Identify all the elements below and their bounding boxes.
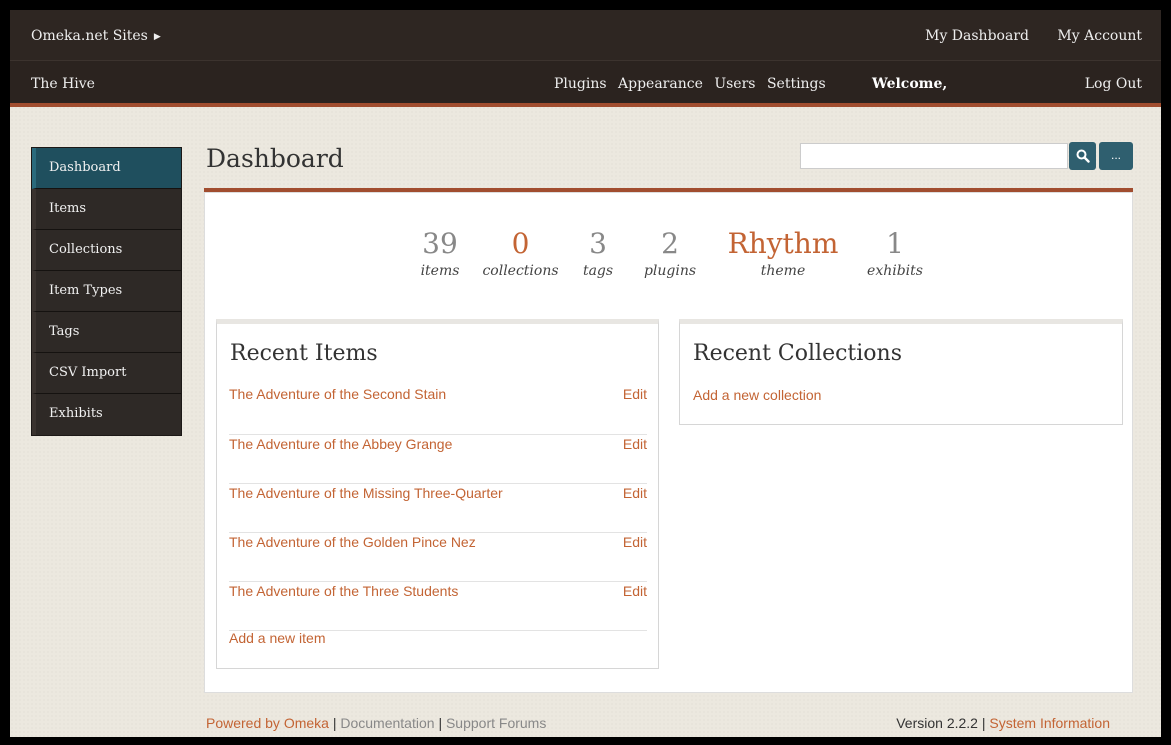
item-title-link[interactable]: The Adventure of the Abbey Grange — [229, 436, 452, 452]
nav-settings[interactable]: Settings — [767, 76, 826, 92]
nav-users[interactable]: Users — [714, 76, 755, 92]
nav-plugins[interactable]: Plugins — [554, 76, 607, 92]
global-nav: My Dashboard My Account — [901, 28, 1142, 44]
sidebar-nav: Dashboard Items Collections Item Types T… — [31, 147, 182, 436]
sidebar-item-items[interactable]: Items — [32, 189, 181, 230]
stat-plugins[interactable]: 2 plugins — [637, 227, 703, 280]
item-title-link[interactable]: The Adventure of the Missing Three-Quart… — [229, 485, 503, 501]
stat-value: 0 — [511, 227, 530, 260]
stat-tags[interactable]: 3 tags — [578, 227, 618, 280]
recent-item-row: The Adventure of the Golden Pince Nez Ed… — [229, 533, 647, 582]
sidebar-item-dashboard[interactable]: Dashboard — [32, 148, 181, 189]
footer-version: Version 2.2.2 | System Information — [896, 715, 1110, 731]
sidebar-item-csv-import[interactable]: CSV Import — [32, 353, 181, 394]
footer-separator: | — [981, 715, 986, 731]
item-edit-link[interactable]: Edit — [623, 534, 647, 550]
stat-value: 39 — [422, 227, 458, 260]
welcome-text: Welcome, — [872, 76, 948, 92]
item-edit-link[interactable]: Edit — [623, 436, 647, 452]
advanced-search-button[interactable]: ... — [1099, 142, 1133, 170]
recent-items-box: Recent Items The Adventure of the Second… — [216, 319, 659, 669]
search-button[interactable] — [1069, 142, 1096, 170]
item-edit-link[interactable]: Edit — [623, 386, 647, 402]
search-icon — [1076, 149, 1090, 163]
dashboard-panel: 39 items 0 collections 3 tags 2 plugins … — [204, 192, 1133, 693]
nav-appearance[interactable]: Appearance — [618, 76, 703, 92]
stat-label: collections — [482, 263, 559, 279]
sidebar-item-tags[interactable]: Tags — [32, 312, 181, 353]
item-title-link[interactable]: The Adventure of the Golden Pince Nez — [229, 534, 476, 550]
stat-label: tags — [582, 263, 614, 279]
recent-item-row: The Adventure of the Second Stain Edit — [229, 386, 647, 435]
stat-items[interactable]: 39 items — [410, 227, 470, 280]
item-title-link[interactable]: The Adventure of the Three Students — [229, 583, 458, 599]
recent-item-row: The Adventure of the Missing Three-Quart… — [229, 484, 647, 533]
search-input[interactable] — [800, 143, 1068, 169]
omeka-admin-window: Omeka.net Sites ▶ My Dashboard My Account… — [10, 10, 1161, 737]
add-new-collection-link[interactable]: Add a new collection — [693, 387, 821, 403]
documentation-link[interactable]: Documentation — [340, 715, 434, 731]
my-account-link[interactable]: My Account — [1057, 28, 1142, 44]
sidebar-item-exhibits[interactable]: Exhibits — [32, 394, 181, 435]
item-edit-link[interactable]: Edit — [623, 583, 647, 599]
recent-collections-box: Recent Collections Add a new collection — [679, 319, 1123, 425]
footer-links: Powered by Omeka | Documentation | Suppo… — [206, 715, 546, 731]
recent-item-row: The Adventure of the Three Students Edit — [229, 582, 647, 631]
sidebar-item-item-types[interactable]: Item Types — [32, 271, 181, 312]
item-edit-link[interactable]: Edit — [623, 485, 647, 501]
stat-label: exhibits — [867, 263, 923, 279]
site-header-bar: The Hive Plugins Appearance Users Settin… — [10, 61, 1161, 107]
version-text: Version 2.2.2 — [896, 715, 978, 731]
logout-link[interactable]: Log Out — [1085, 76, 1142, 92]
add-new-item-link[interactable]: Add a new item — [229, 630, 326, 646]
item-title-link[interactable]: The Adventure of the Second Stain — [229, 386, 446, 402]
omeka-sites-label: Omeka.net Sites — [31, 28, 148, 44]
page-title: Dashboard — [206, 144, 344, 173]
support-forums-link[interactable]: Support Forums — [446, 715, 546, 731]
recent-collections-heading: Recent Collections — [693, 341, 902, 366]
stat-value: Rhythm — [727, 227, 839, 260]
stat-value: 1 — [886, 227, 904, 260]
omeka-sites-menu[interactable]: Omeka.net Sites ▶ — [31, 28, 161, 44]
recent-item-row: The Adventure of the Abbey Grange Edit — [229, 435, 647, 484]
stat-theme[interactable]: Rhythm theme — [713, 227, 853, 280]
site-admin-nav: Plugins Appearance Users Settings — [554, 76, 833, 92]
stat-collections[interactable]: 0 collections — [473, 227, 568, 280]
footer-separator: | — [332, 715, 337, 731]
my-dashboard-link[interactable]: My Dashboard — [925, 28, 1029, 44]
sidebar-item-collections[interactable]: Collections — [32, 230, 181, 271]
footer-separator: | — [438, 715, 443, 731]
stat-label: items — [420, 263, 460, 279]
site-name-link[interactable]: The Hive — [31, 76, 95, 92]
stat-label: plugins — [643, 263, 697, 279]
stat-exhibits[interactable]: 1 exhibits — [855, 227, 935, 280]
stat-value: 3 — [589, 227, 607, 260]
powered-by-omeka-link[interactable]: Powered by Omeka — [206, 715, 329, 731]
stat-value: 2 — [661, 227, 679, 260]
system-information-link[interactable]: System Information — [989, 715, 1110, 731]
caret-right-icon: ▶ — [153, 32, 161, 42]
stat-label: theme — [760, 263, 806, 279]
recent-items-heading: Recent Items — [230, 341, 378, 366]
global-top-bar: Omeka.net Sites ▶ My Dashboard My Account — [10, 10, 1161, 61]
